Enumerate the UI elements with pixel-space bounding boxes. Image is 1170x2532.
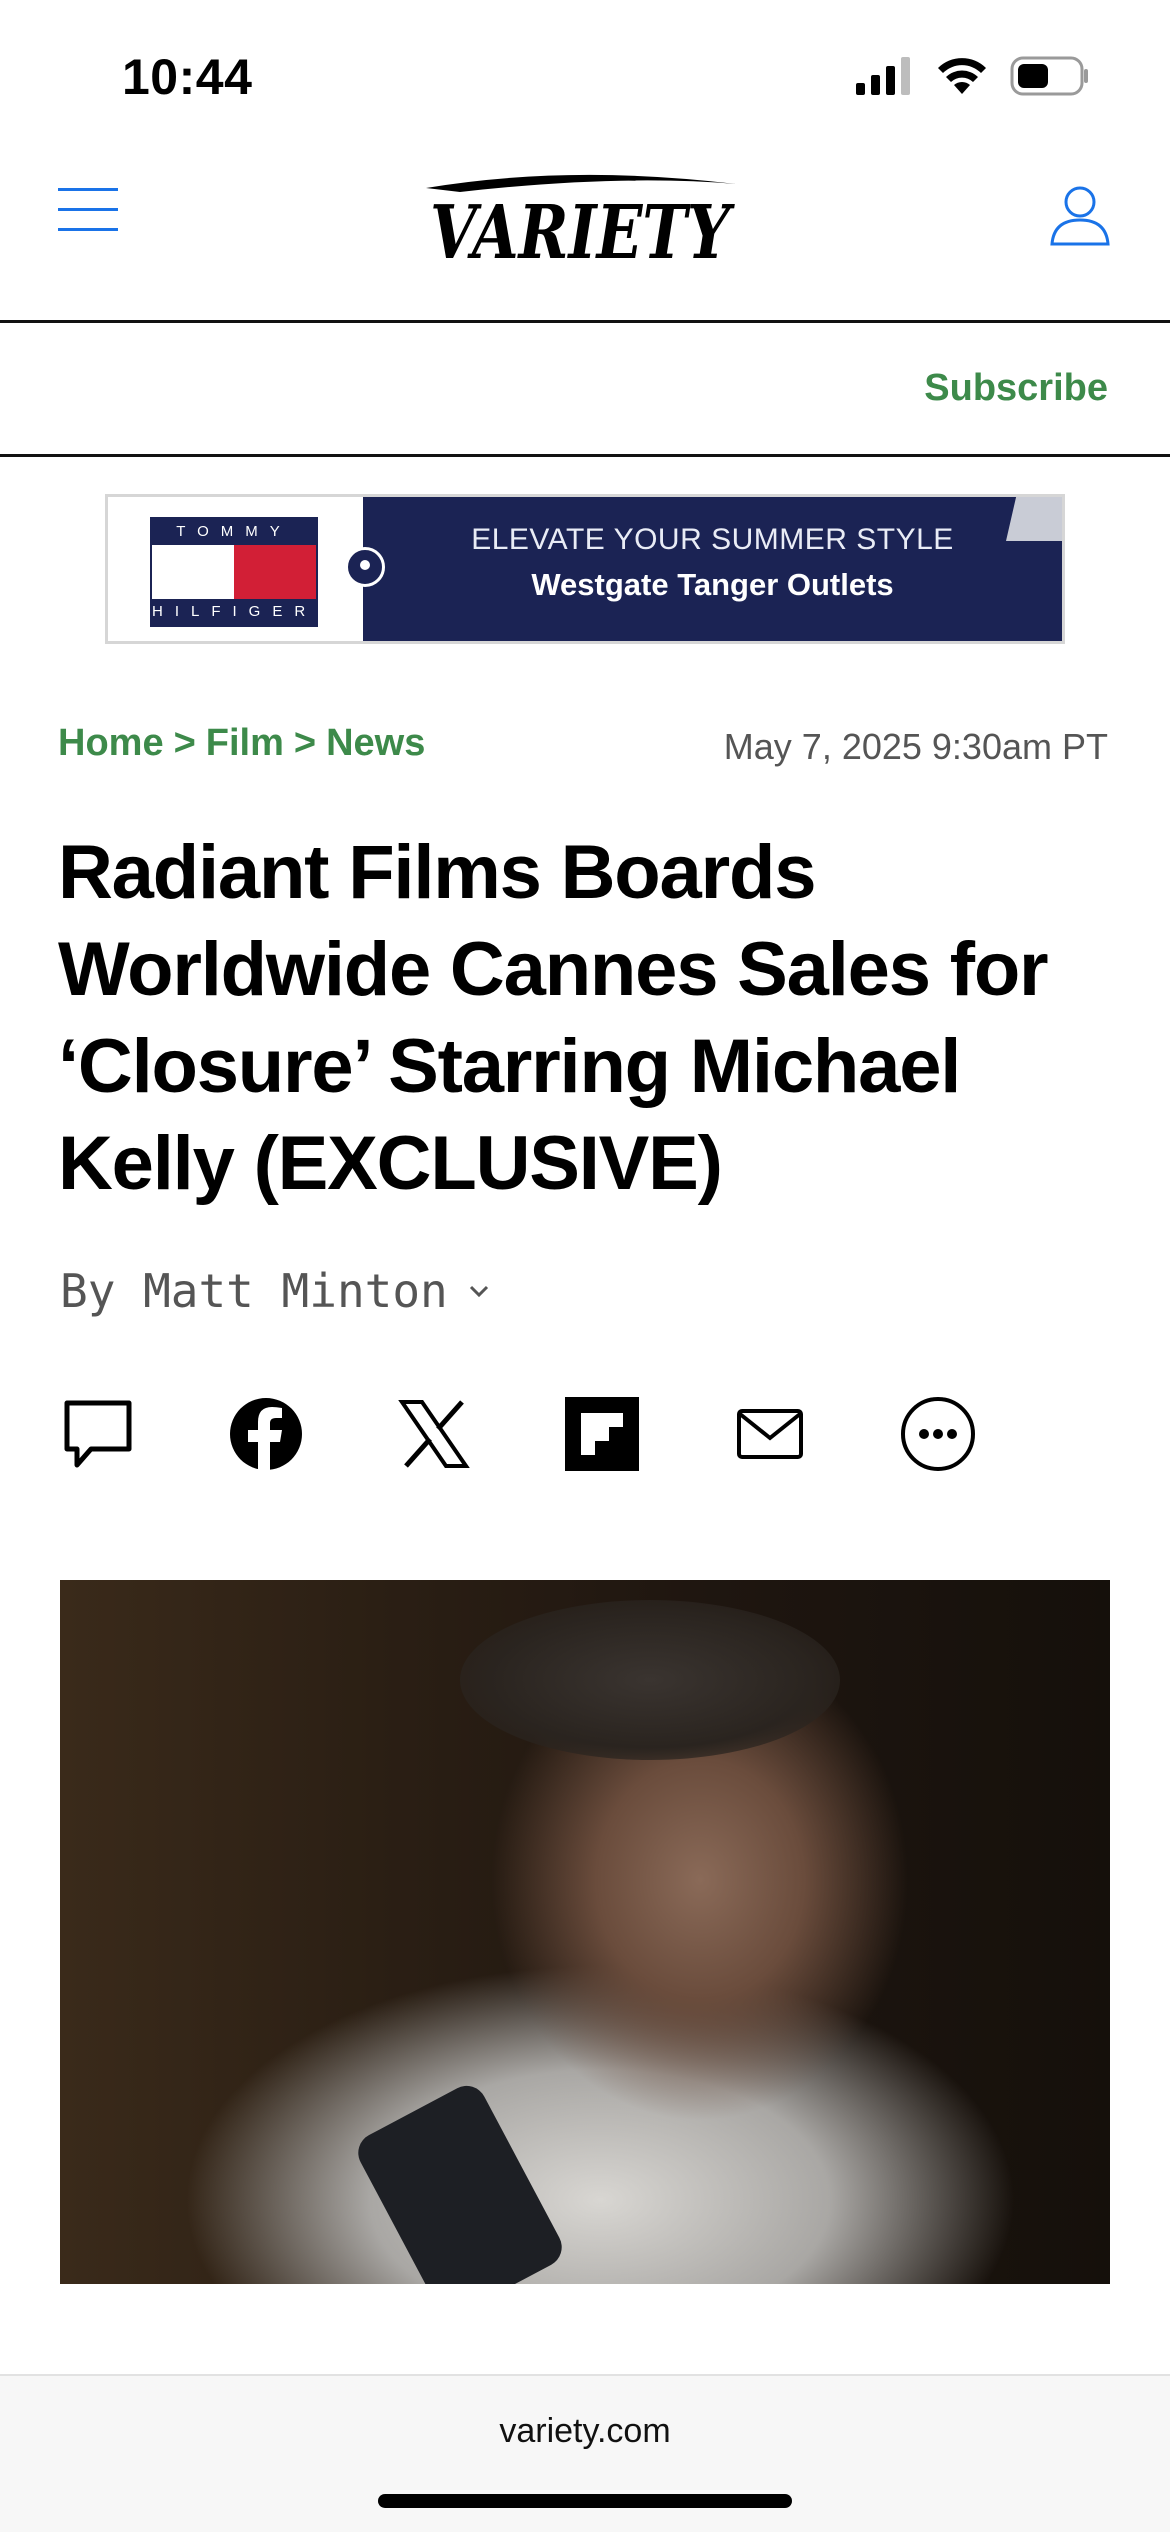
subscribe-link[interactable]: Subscribe bbox=[924, 367, 1108, 410]
status-bar: 10:44 bbox=[0, 0, 1170, 140]
flipboard-icon[interactable] bbox=[562, 1394, 642, 1474]
ad-brand-bottom: HILFIGER bbox=[152, 603, 318, 620]
ad-banner[interactable]: TOMMY HILFIGER ELEVATE YOUR SUMMER STYLE… bbox=[105, 494, 1065, 644]
account-icon[interactable] bbox=[1046, 180, 1114, 248]
breadcrumb-news[interactable]: News bbox=[326, 722, 425, 765]
ad-brand-logo: TOMMY HILFIGER bbox=[108, 497, 363, 641]
browser-bottom-bar: variety.com bbox=[0, 2374, 1170, 2532]
site-header: VARIETY bbox=[0, 140, 1170, 322]
email-icon[interactable] bbox=[730, 1394, 810, 1474]
more-icon[interactable] bbox=[898, 1394, 978, 1474]
subscribe-bar: Subscribe bbox=[0, 323, 1170, 454]
article-hero-image[interactable] bbox=[60, 1580, 1110, 2284]
ad-headline: ELEVATE YOUR SUMMER STYLE bbox=[471, 523, 954, 556]
page: 10:44 VARIETY Subscribe TOMMY HILFIGER E… bbox=[0, 0, 1170, 2532]
wifi-icon bbox=[938, 58, 986, 94]
x-icon[interactable] bbox=[394, 1394, 474, 1474]
breadcrumb: Home > Film > News bbox=[58, 722, 425, 765]
ad-body: ELEVATE YOUR SUMMER STYLE Westgate Tange… bbox=[345, 497, 1062, 641]
logo-text: VARIETY bbox=[430, 190, 735, 276]
menu-icon[interactable] bbox=[58, 188, 118, 240]
url-label[interactable]: variety.com bbox=[0, 2412, 1170, 2451]
publish-date: May 7, 2025 9:30am PT bbox=[723, 726, 1108, 767]
ad-brand-top: TOMMY bbox=[176, 523, 292, 540]
home-indicator[interactable] bbox=[378, 2494, 792, 2508]
byline[interactable]: By Matt Minton bbox=[60, 1264, 490, 1318]
share-toolbar bbox=[58, 1394, 1118, 1474]
breadcrumb-home[interactable]: Home bbox=[58, 722, 164, 765]
subscribe-divider bbox=[0, 454, 1170, 457]
ad-choices-icon[interactable] bbox=[1006, 497, 1062, 541]
battery-icon bbox=[1010, 56, 1088, 96]
status-time: 10:44 bbox=[122, 49, 253, 105]
article-headline: Radiant Films Boards Worldwide Cannes Sa… bbox=[58, 830, 1049, 1206]
byline-author: By Matt Minton bbox=[60, 1264, 448, 1318]
chevron-down-icon bbox=[469, 1285, 488, 1298]
breadcrumb-film[interactable]: Film bbox=[206, 722, 284, 765]
comment-icon[interactable] bbox=[58, 1394, 138, 1474]
tommy-flag-logo: TOMMY HILFIGER bbox=[150, 517, 318, 627]
facebook-icon[interactable] bbox=[226, 1394, 306, 1474]
status-icons bbox=[854, 56, 1090, 96]
signal-icon bbox=[856, 57, 910, 95]
variety-logo[interactable]: VARIETY bbox=[420, 158, 740, 278]
breadcrumb-separator: > bbox=[173, 722, 196, 764]
ad-subheadline: Westgate Tanger Outlets bbox=[531, 567, 894, 602]
breadcrumb-separator: > bbox=[293, 722, 317, 764]
